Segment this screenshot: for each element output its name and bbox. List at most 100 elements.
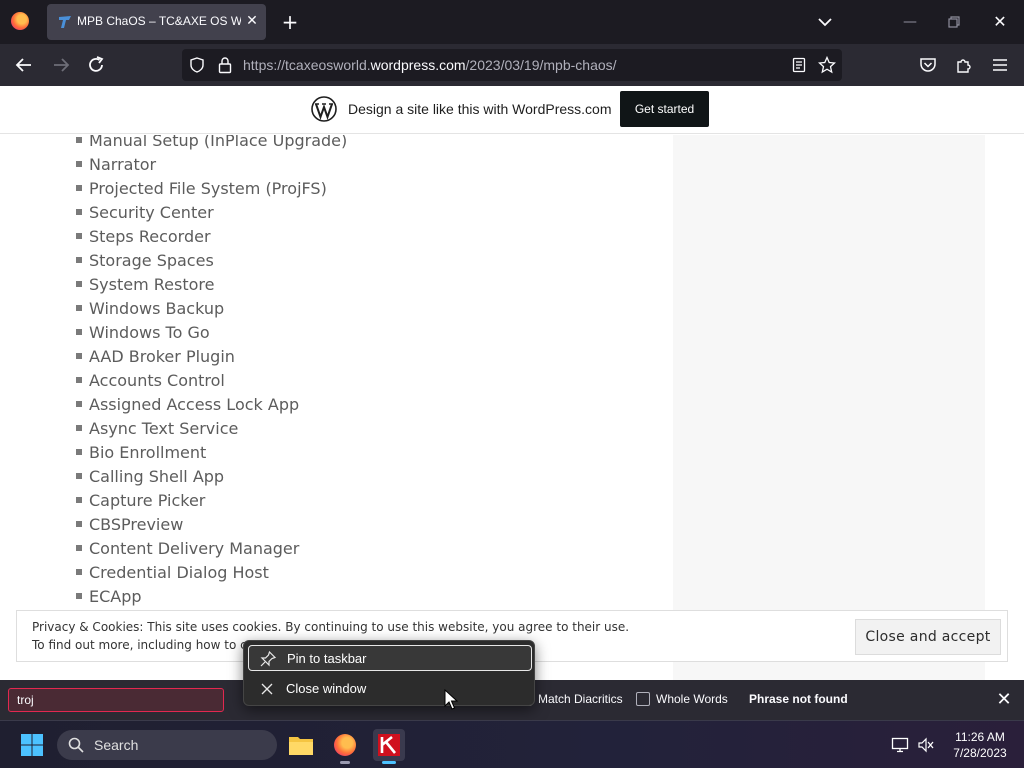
tab-active[interactable]: MPB ChaOS – TC&AXE OS World ✕: [47, 4, 266, 40]
list-item: Async Text Service: [76, 419, 238, 443]
page-content: Manual Setup (InPlace Upgrade) Narrator Pr…: [0, 135, 1024, 680]
taskbar-file-explorer[interactable]: [285, 729, 317, 761]
clock-time[interactable]: 11:26 AM: [940, 730, 1020, 744]
list-item: Capture Picker: [76, 491, 205, 515]
whole-words-checkbox[interactable]: [636, 691, 650, 706]
wordpress-banner-text: Design a site like this with WordPress.c…: [348, 101, 612, 117]
list-item: CBSPreview: [76, 515, 183, 539]
search-icon: [68, 737, 84, 753]
windows-start-icon[interactable]: [20, 733, 44, 757]
url-path: /2023/03/19/mpb-chaos/: [465, 57, 617, 73]
list-item: Windows To Go: [76, 323, 210, 347]
taskbar-firefox[interactable]: [329, 729, 361, 764]
bullet-icon: [76, 160, 82, 167]
whole-words-label: Whole Words: [656, 692, 728, 706]
taskbar-kaspersky[interactable]: [373, 729, 405, 764]
menu-icon[interactable]: [990, 55, 1010, 75]
cookie-text-line2: To find out more, including how to con: [32, 638, 262, 652]
forward-icon[interactable]: [50, 54, 72, 76]
taskbar-context-menu: Pin to taskbar Close window: [243, 640, 535, 706]
firefox-icon: [334, 734, 356, 756]
tab-title: MPB ChaOS – TC&AXE OS World: [77, 14, 241, 28]
lock-icon[interactable]: [218, 56, 232, 74]
list-item: ECApp: [76, 587, 142, 611]
wordpress-banner: Design a site like this with WordPress.c…: [0, 86, 1024, 134]
shield-icon[interactable]: [189, 57, 205, 73]
pocket-icon[interactable]: [918, 55, 938, 75]
list-item-label: Assigned Access Lock App: [89, 395, 300, 414]
reader-view-icon[interactable]: [791, 57, 807, 73]
close-window-label: Close window: [286, 681, 367, 696]
close-window-button[interactable]: ✕: [990, 12, 1010, 32]
running-indicator: [340, 761, 350, 764]
minimize-button[interactable]: —: [900, 12, 920, 32]
sidebar-column: [673, 135, 985, 680]
pin-icon: [260, 650, 277, 667]
folder-icon: [289, 737, 313, 755]
new-tab-button[interactable]: +: [280, 11, 300, 33]
bullet-icon: [76, 328, 82, 335]
list-item: Assigned Access Lock App: [76, 395, 299, 419]
list-item-label: Narrator: [89, 155, 157, 174]
bullet-icon: [76, 544, 82, 551]
close-icon: [261, 683, 273, 695]
find-close-icon[interactable]: ✕: [994, 690, 1014, 710]
taskbar-search[interactable]: Search: [57, 730, 277, 760]
network-icon[interactable]: [891, 736, 909, 754]
url-text: https://tcaxeosworld.wordpress.com/2023/…: [243, 57, 617, 73]
reload-icon[interactable]: [85, 54, 107, 76]
list-item: Credential Dialog Host: [76, 563, 269, 587]
search-label: Search: [94, 737, 139, 753]
bullet-icon: [76, 496, 82, 503]
back-icon[interactable]: [13, 54, 35, 76]
list-all-tabs-icon[interactable]: [815, 12, 835, 32]
kaspersky-icon: [378, 734, 400, 756]
extensions-icon[interactable]: [954, 55, 974, 75]
bullet-icon: [76, 304, 82, 311]
bullet-icon: [76, 400, 82, 407]
navigation-toolbar: https://tcaxeosworld.wordpress.com/2023/…: [0, 44, 1024, 86]
get-started-button[interactable]: Get started: [620, 91, 709, 127]
whole-words-option[interactable]: Whole Words: [636, 691, 728, 708]
firefox-view-icon[interactable]: [11, 12, 29, 30]
list-item-label: Projected File System (ProjFS): [89, 179, 327, 198]
list-item-label: CBSPreview: [89, 515, 184, 534]
url-domain: wordpress.com: [370, 57, 466, 73]
bullet-icon: [76, 280, 82, 287]
list-item: Accounts Control: [76, 371, 225, 395]
bullet-icon: [76, 568, 82, 575]
list-item: Bio Enrollment: [76, 443, 206, 467]
match-diacritics-label: Match Diacritics: [538, 692, 623, 706]
url-bar[interactable]: https://tcaxeosworld.wordpress.com/2023/…: [182, 49, 842, 81]
mouse-cursor-icon: [444, 689, 458, 710]
bookmark-star-icon[interactable]: [818, 56, 836, 74]
volume-muted-icon[interactable]: [917, 736, 935, 754]
list-item: Storage Spaces: [76, 251, 214, 275]
bullet-icon: [76, 472, 82, 479]
wordpress-logo-icon: [311, 96, 337, 122]
list-item-label: Windows To Go: [89, 323, 210, 342]
tab-close-icon[interactable]: ✕: [245, 13, 259, 29]
bullet-icon: [76, 376, 82, 383]
bullet-icon: [76, 592, 82, 599]
restore-button[interactable]: [944, 12, 964, 32]
list-item-label: Steps Recorder: [89, 227, 211, 246]
active-indicator: [382, 761, 396, 764]
bullet-icon: [76, 520, 82, 527]
find-input[interactable]: troj: [8, 688, 224, 712]
bullet-icon: [76, 352, 82, 359]
close-and-accept-button[interactable]: Close and accept: [855, 619, 1001, 655]
list-item: Windows Backup: [76, 299, 224, 323]
clock-date[interactable]: 7/28/2023: [940, 746, 1020, 760]
close-window-item[interactable]: Close window: [248, 676, 532, 702]
list-item-label: System Restore: [89, 275, 215, 294]
list-item-label: Security Center: [89, 203, 214, 222]
pin-to-taskbar-item[interactable]: Pin to taskbar: [248, 645, 532, 671]
list-item: Content Delivery Manager: [76, 539, 299, 563]
list-item-label: AAD Broker Plugin: [89, 347, 235, 366]
tab-strip: MPB ChaOS – TC&AXE OS World ✕ + — ✕: [0, 0, 1024, 44]
list-item: Steps Recorder: [76, 227, 211, 251]
cookie-text-line1: Privacy & Cookies: This site uses cookie…: [32, 620, 630, 634]
url-prefix: https://tcaxeosworld.: [243, 57, 371, 73]
bullet-icon: [76, 256, 82, 263]
